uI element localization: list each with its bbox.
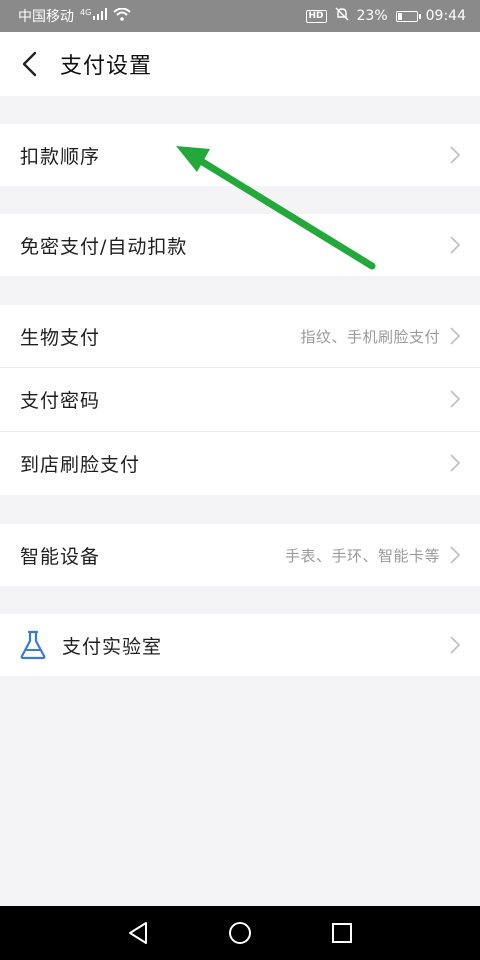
mute-icon	[335, 7, 349, 25]
item-hint: 指纹、手机刷脸支付	[300, 327, 440, 346]
chevron-right-icon	[450, 432, 480, 494]
back-arrow-icon	[22, 51, 37, 77]
list-item-biometric-payment[interactable]: 生物支付 指纹、手机刷脸支付	[0, 305, 480, 367]
group-smart-devices: 智能设备 手表、手环、智能卡等	[0, 524, 480, 586]
item-label: 生物支付	[20, 326, 101, 349]
chevron-right-icon	[450, 124, 480, 186]
wifi-icon	[113, 7, 131, 25]
circle-home-icon	[229, 922, 251, 944]
list-item-deduction-order[interactable]: 扣款顺序	[0, 124, 480, 186]
hd-badge: HD	[305, 9, 327, 23]
list-item-in-store-face-pay[interactable]: 到店刷脸支付	[0, 431, 480, 495]
chevron-right-icon	[450, 305, 480, 367]
chevron-right-icon	[450, 368, 480, 430]
item-hint: 手表、手环、智能卡等	[284, 546, 440, 565]
status-bar: 中国移动 4G HD 23% 09:44	[0, 0, 480, 32]
chevron-right-icon	[450, 614, 480, 676]
triangle-back-icon	[129, 922, 147, 944]
item-label: 到店刷脸支付	[20, 453, 141, 476]
nav-recents-button[interactable]	[291, 906, 393, 960]
group-deduction-order: 扣款顺序	[0, 124, 480, 186]
signal-icon	[93, 8, 108, 24]
square-recents-icon	[332, 923, 352, 943]
carrier-label: 中国移动	[18, 9, 74, 25]
item-label: 智能设备	[20, 545, 101, 568]
back-button[interactable]	[0, 32, 60, 96]
group-payment-lab: 支付实验室	[0, 614, 480, 676]
chevron-right-icon	[450, 524, 480, 586]
list-item-payment-lab[interactable]: 支付实验室	[0, 614, 480, 676]
list-item-payment-password[interactable]: 支付密码	[0, 367, 480, 431]
list-item-smart-devices[interactable]: 智能设备 手表、手环、智能卡等	[0, 524, 480, 586]
item-label: 扣款顺序	[20, 145, 101, 168]
battery-icon	[395, 10, 421, 22]
item-label: 支付密码	[20, 389, 101, 412]
flask-icon	[20, 630, 46, 660]
battery-percent: 23%	[356, 8, 388, 24]
nav-home-button[interactable]	[189, 906, 291, 960]
system-nav-bar	[0, 906, 480, 960]
page-title: 支付设置	[60, 54, 153, 79]
item-label: 免密支付/自动扣款	[20, 235, 188, 258]
clock: 09:44	[425, 8, 466, 24]
item-label: 支付实验室	[62, 635, 163, 658]
group-auto-deduct: 免密支付/自动扣款	[0, 214, 480, 276]
network-type: 4G	[80, 7, 92, 17]
header: 支付设置	[0, 32, 480, 96]
chevron-right-icon	[450, 214, 480, 276]
nav-back-button[interactable]	[87, 906, 189, 960]
list-item-password-free-payment[interactable]: 免密支付/自动扣款	[0, 214, 480, 276]
group-security: 生物支付 指纹、手机刷脸支付 支付密码 到店刷脸支付	[0, 305, 480, 495]
